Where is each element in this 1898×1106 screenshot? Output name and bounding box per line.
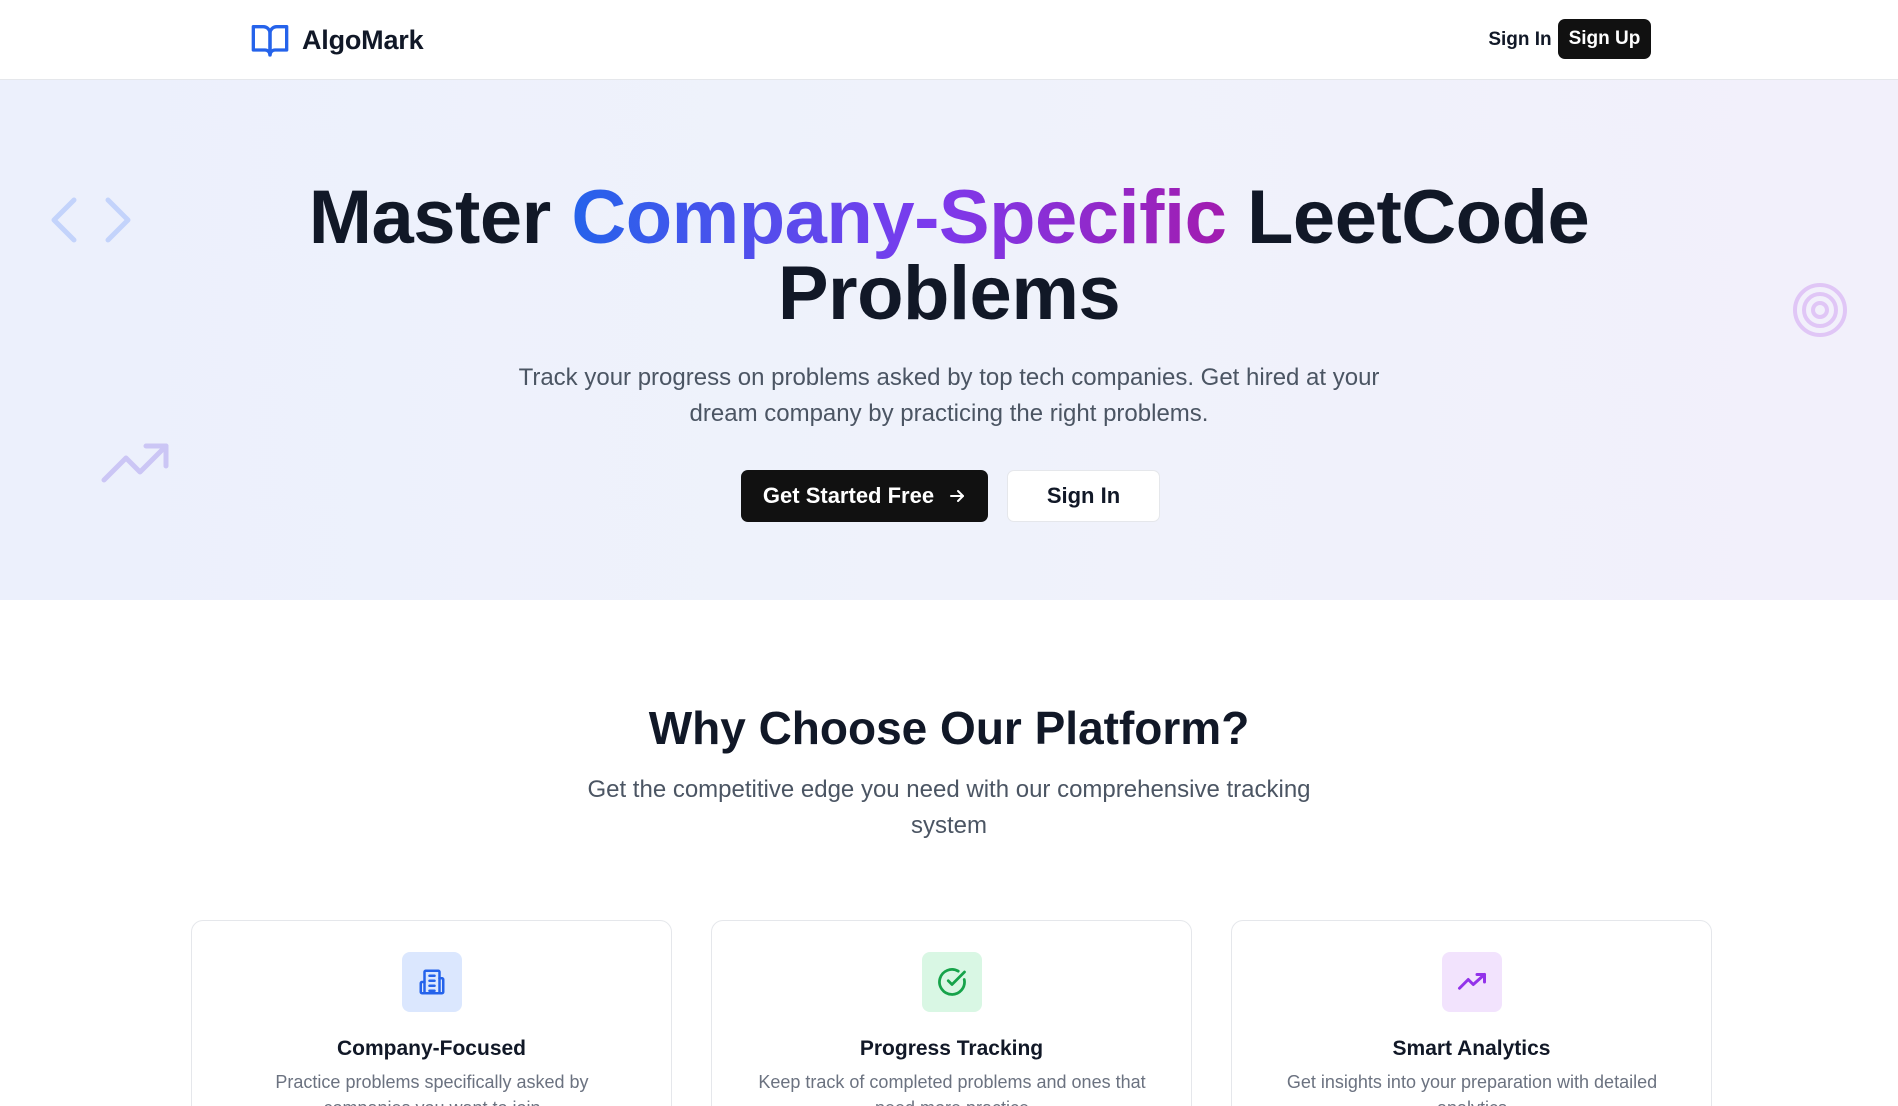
nav-sign-up-button[interactable]: Sign Up <box>1558 19 1651 59</box>
feature-description: Keep track of completed problems and one… <box>758 1072 1146 1106</box>
trending-up-icon <box>1458 973 1486 990</box>
hero-sign-in-button[interactable]: Sign In <box>1007 470 1160 522</box>
feature-icon-box <box>402 952 462 1012</box>
brand-logo-link[interactable]: AlgoMark <box>250 18 424 62</box>
feature-icon-box <box>922 952 982 1012</box>
features-title: Why Choose Our Platform? <box>648 702 1250 754</box>
hero-title-highlight: Company-Specific <box>571 175 1227 260</box>
check-circle-icon <box>938 968 966 996</box>
top-navbar: AlgoMark Sign In Sign Up <box>0 0 1898 80</box>
hero-title-line2: Problems <box>777 251 1121 336</box>
hero-title-part1: Master <box>308 175 552 260</box>
feature-title: Company-Focused <box>336 1037 527 1060</box>
feature-description: Practice problems specifically asked by … <box>275 1072 589 1106</box>
feature-title: Progress Tracking <box>859 1037 1044 1060</box>
feature-icon-box <box>1442 952 1502 1012</box>
arrow-right-icon <box>950 490 965 502</box>
get-started-button[interactable]: Get Started Free <box>741 470 988 522</box>
feature-card-company-focused: Company-Focused Practice problems specif… <box>191 920 672 1106</box>
get-started-label: Get Started Free <box>762 483 935 508</box>
feature-card-progress-tracking: Progress Tracking Keep track of complete… <box>711 920 1192 1106</box>
hero-section: Master Company-Specific LeetCode Problems… <box>0 80 1898 600</box>
features-subtitle: Get the competitive edge you need with o… <box>587 776 1311 839</box>
hero-title: Master Company-Specific LeetCode Problems <box>0 180 1898 332</box>
brand-name: AlgoMark <box>302 24 424 55</box>
feature-description: Get insights into your preparation with … <box>1286 1072 1658 1106</box>
hero-title-part2: LeetCode <box>1247 175 1590 260</box>
open-book-icon <box>251 25 289 57</box>
feature-card-smart-analytics: Smart Analytics Get insights into your p… <box>1231 920 1712 1106</box>
hero-subtitle: Track your progress on problems asked by… <box>518 364 1380 427</box>
trending-up-icon <box>101 443 169 483</box>
building-icon <box>419 969 445 995</box>
feature-title: Smart Analytics <box>1392 1037 1551 1060</box>
